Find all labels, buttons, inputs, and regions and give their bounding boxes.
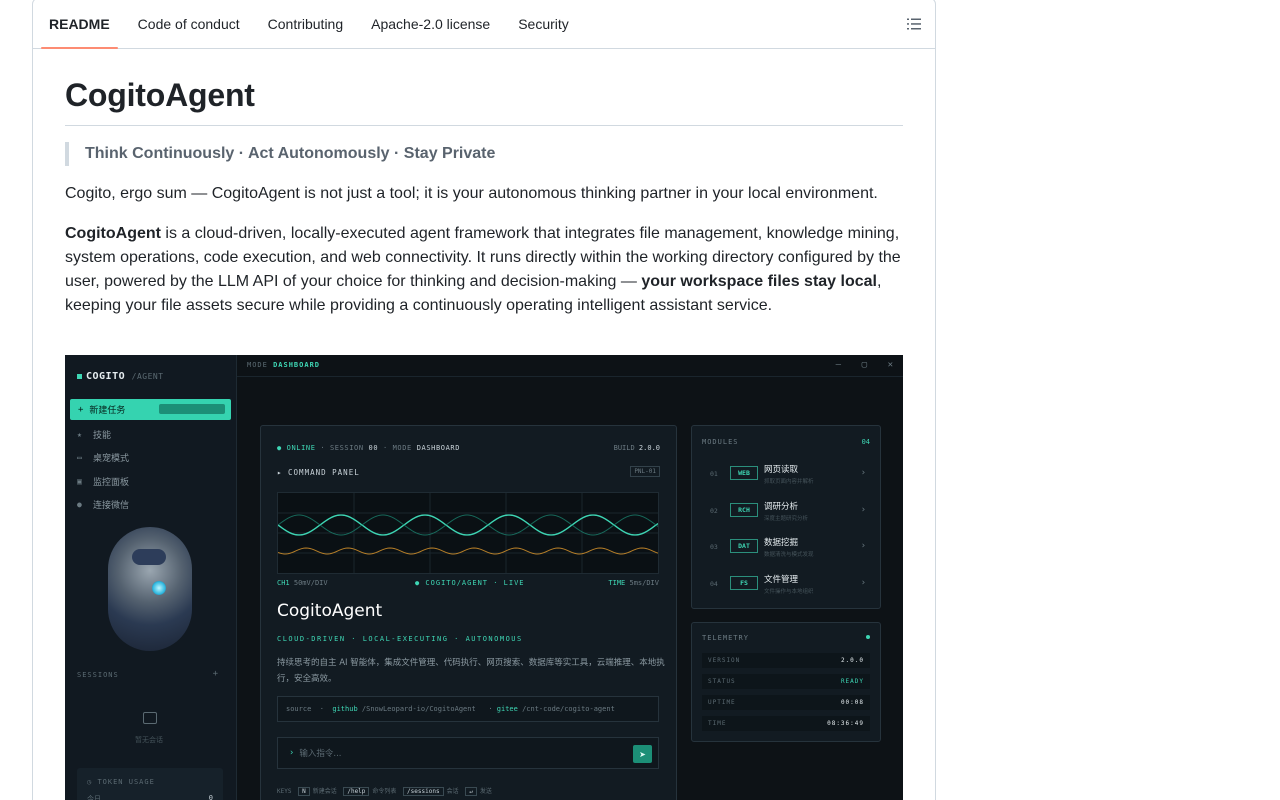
dashboard-icon: ▣	[77, 477, 82, 486]
scope-footer: CH1 50mV/DIV ● COGITO/AGENT · LIVE TIME …	[277, 579, 659, 587]
readme-description: CogitoAgent is a cloud-driven, locally-e…	[65, 225, 901, 314]
robot-avatar	[108, 527, 192, 651]
repo-file-tabs: README Code of conduct Contributing Apac…	[33, 0, 935, 49]
modules-label: MODULES	[702, 438, 739, 446]
build-version: BUILD 2.0.0	[613, 444, 660, 452]
module-item: 04 FS 文件管理 文件操作与本地组织 ›	[710, 575, 866, 595]
mode-indicator: MODE DASHBOARD	[247, 361, 321, 369]
key-hints: KEYS N 新建会话 /help 命令列表 /sessions 会话 ↵ 发送	[277, 787, 492, 796]
command-input: › 输入指令... ➤	[277, 737, 659, 769]
modules-panel: MODULES 04 01 WEB 网页读取 抓取页面内容并解析 › 02 RCH 调研分析…	[691, 425, 881, 609]
empty-chat-icon	[143, 712, 157, 724]
nav-skills: ★ 技能	[77, 430, 112, 441]
module-item: 01 WEB 网页读取 抓取页面内容并解析 ›	[710, 465, 866, 485]
tab-security[interactable]: Security	[510, 0, 577, 48]
maximize-icon: ▢	[861, 360, 867, 370]
telemetry-label: TELEMETRY	[702, 634, 749, 642]
app-title: CogitoAgent	[277, 601, 383, 621]
app-logo: COGITO /AGENT	[77, 371, 164, 382]
status-dot-icon	[866, 635, 870, 639]
app-topbar: MODE DASHBOARD – ▢ ✕	[237, 355, 903, 377]
modules-count: 04	[861, 438, 870, 446]
add-session-icon: +	[212, 669, 218, 679]
chevron-right-icon: ›	[860, 468, 866, 478]
panel-tag: PNL-01	[630, 466, 660, 477]
monitor-icon: ▭	[77, 453, 82, 462]
close-icon: ✕	[887, 360, 893, 370]
nav-desktop-pet: ▭ 桌宠模式	[77, 453, 130, 464]
token-usage-row: 今日 0	[87, 794, 213, 800]
app-description: 持续思考的自主 AI 智能体，集成文件管理、代码执行、网页搜索、数据库等实工具，…	[277, 658, 665, 684]
telemetry-row: STATUS READY	[702, 674, 870, 689]
tab-readme[interactable]: README	[41, 0, 118, 49]
tab-license[interactable]: Apache-2.0 license	[363, 0, 498, 48]
empty-sessions-label: 暂无会话	[135, 736, 163, 744]
chat-icon: ●	[77, 500, 82, 509]
readme-quote: Think Continuously · Act Autonomously · …	[65, 142, 903, 166]
minimize-icon: –	[835, 360, 841, 370]
new-task-button: + 新建任务	[70, 399, 231, 420]
readme-title: CogitoAgent	[65, 75, 903, 126]
telemetry-row: VERSION 2.0.0	[702, 653, 870, 668]
sessions-label: SESSIONS	[77, 671, 119, 679]
command-panel: ● ONLINE · SESSION 00 · MODE DASHBOARD B…	[260, 425, 677, 800]
oscilloscope	[277, 492, 659, 574]
readme-intro: Cogito, ergo sum — CogitoAgent is not ju…	[65, 185, 878, 202]
chevron-right-icon: ›	[860, 505, 866, 515]
app-sidebar: COGITO /AGENT + 新建任务 ★ 技能 ▭ 桌宠模式 ▣ 监控面板 ● 连接微…	[65, 355, 237, 800]
telemetry-row: UPTIME 00:08	[702, 695, 870, 710]
tab-code-of-conduct[interactable]: Code of conduct	[130, 0, 248, 48]
list-icon	[907, 18, 921, 30]
telemetry-panel: TELEMETRY VERSION 2.0.0 STATUS READY UPTIM…	[691, 622, 881, 742]
outline-button[interactable]	[903, 13, 925, 35]
nav-monitor: ▣ 监控面板	[77, 477, 130, 488]
source-links: source · github /SnowLeopard-io/CogitoAg…	[277, 696, 659, 722]
dashboard-screenshot: COGITO /AGENT + 新建任务 ★ 技能 ▭ 桌宠模式 ▣ 监控面板 ● 连接微…	[65, 355, 903, 800]
nav-wechat: ● 连接微信	[77, 500, 130, 511]
send-icon: ➤	[633, 745, 652, 763]
module-item: 02 RCH 调研分析 深度主题研究分析 ›	[710, 502, 866, 522]
chevron-right-icon: ›	[860, 578, 866, 588]
token-usage-label: ◷ TOKEN USAGE	[87, 778, 155, 786]
telemetry-row: TIME 08:36:49	[702, 716, 870, 731]
status-line: ● ONLINE · SESSION 00 · MODE DASHBOARD	[277, 444, 461, 452]
readme-content: CogitoAgent Think Continuously · Act Aut…	[33, 75, 935, 318]
token-usage-box: ◷ TOKEN USAGE 今日 0	[77, 768, 223, 800]
tab-contributing[interactable]: Contributing	[260, 0, 352, 48]
star-icon: ★	[77, 430, 82, 439]
waveform-graphic	[277, 493, 659, 573]
app-tagline: CLOUD-DRIVEN · LOCAL-EXECUTING · AUTONOM…	[277, 635, 523, 643]
chevron-right-icon: ›	[860, 541, 866, 551]
command-panel-title: ▸ COMMAND PANEL	[277, 468, 360, 477]
module-item: 03 DAT 数据挖掘 数据清洗与模式发现 ›	[710, 538, 866, 558]
